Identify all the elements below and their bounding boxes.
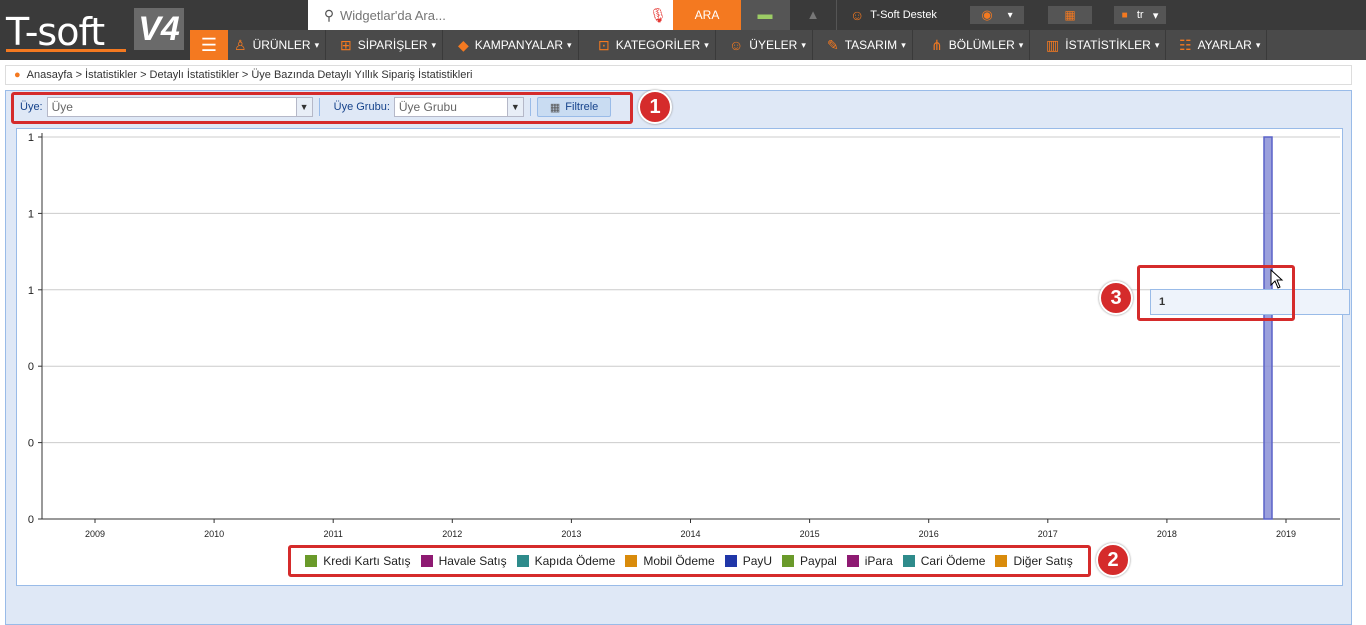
chart-icon: ▥ (1046, 36, 1060, 53)
x-tick-label: 2014 (680, 529, 700, 539)
chevron-down-icon: ▾ (567, 39, 572, 50)
grid-icon[interactable]: ▦ (1048, 6, 1092, 24)
nav-item-kategoriler[interactable]: ⊡ KATEGORİLER ▾ (592, 30, 716, 60)
microphone-icon[interactable]: 🎙 (643, 7, 673, 24)
y-tick-label: 0 (28, 361, 34, 373)
nav-item-label: SİPARİŞLER (357, 38, 428, 52)
x-tick-label: 2011 (324, 529, 343, 539)
chevron-down-icon: ▾ (801, 39, 806, 50)
location-pin-icon: ● (14, 69, 21, 81)
y-tick-label: 0 (28, 438, 34, 450)
warning-icon[interactable]: ▲ (789, 0, 837, 30)
chevron-down-icon: ▾ (1152, 9, 1159, 22)
nav-item-kampanyalar[interactable]: ◆ KAMPANYALAR ▾ (452, 30, 579, 60)
nav-item-label: KATEGORİLER (615, 38, 701, 52)
bar-chart: 0 0 0 1 1 1 2009 2010 2011 2012 2013 2014 2015 2016 20… (28, 132, 1340, 539)
logo-swoosh (6, 49, 126, 52)
y-tick-label: 1 (28, 132, 34, 144)
eye-icon: ◉ (981, 7, 993, 22)
breadcrumb-text[interactable]: Anasayfa > İstatistikler > Detaylı İstat… (27, 69, 473, 81)
nav-item-siparisler[interactable]: ⊞ SİPARİŞLER ▾ (334, 30, 444, 60)
chevron-down-icon: ▾ (1007, 9, 1013, 21)
language-label: tr (1136, 9, 1144, 21)
nav-item-label: KAMPANYALAR (474, 38, 564, 52)
chevron-down-icon: ▾ (314, 39, 320, 50)
y-tick-label: 0 (28, 514, 34, 526)
brush-icon: ✎ (827, 36, 839, 53)
chart-container: 0 0 0 1 1 1 2009 2010 2011 2012 2013 2014 2015 2016 20… (16, 128, 1343, 586)
chevron-down-icon: ▾ (1154, 39, 1160, 50)
x-tick-label: 2009 (85, 529, 105, 539)
x-tick-label: 2018 (1157, 529, 1177, 539)
chevron-down-icon: ▾ (901, 39, 906, 50)
chart-bar (1263, 136, 1273, 520)
tag-icon: ◆ (458, 36, 469, 53)
x-tick-label: 2017 (1038, 529, 1058, 539)
chevron-down-icon: ▾ (1018, 39, 1024, 50)
nav-item-label: TASARIM (844, 38, 898, 52)
search-box[interactable]: ⚲ 🎙 (308, 0, 673, 30)
logo-text: T-soft (6, 10, 105, 54)
nav-item-bolumler[interactable]: ⋔ BÖLÜMLER ▾ (925, 30, 1031, 60)
view-toggle[interactable]: ◉ ▾ (970, 6, 1024, 24)
x-tick-label: 2015 (800, 529, 820, 539)
nav-item-label: ÜRÜNLER (252, 38, 311, 52)
chat-icon[interactable]: ▬ (741, 0, 789, 30)
nav-item-label: AYARLAR (1197, 38, 1252, 52)
annotation-badge-3: 3 (1099, 281, 1133, 315)
logo[interactable]: T-soft V4 (0, 0, 190, 60)
search-button[interactable]: ARA (673, 0, 741, 30)
nav-item-uyeler[interactable]: ☺ ÜYELER ▾ (723, 30, 813, 60)
y-tick-label: 1 (28, 285, 34, 297)
nav-item-label: BÖLÜMLER (948, 38, 1015, 52)
chevron-down-icon: ▾ (431, 39, 437, 50)
nav-item-label: İSTATİSTİKLER (1065, 38, 1151, 52)
annotation-box-3 (1137, 265, 1295, 321)
nav-item-ayarlar[interactable]: ☷ AYARLAR ▾ (1173, 30, 1268, 60)
annotation-badge-2: 2 (1096, 543, 1130, 577)
users-icon: ☺ (729, 37, 744, 53)
sections-icon: ⋔ (931, 36, 943, 53)
language-select[interactable]: ■ tr ▾ (1114, 6, 1166, 24)
chevron-down-icon: ▾ (704, 39, 709, 50)
x-tick-label: 2012 (442, 529, 462, 539)
annotation-box-2 (288, 545, 1091, 577)
x-tick-label: 2010 (204, 529, 224, 539)
nav-item-label: ÜYELER (749, 38, 798, 52)
shirt-icon: ♙ (234, 36, 247, 53)
annotation-box-1 (11, 92, 633, 124)
settings-icon: ☷ (1179, 36, 1192, 53)
flag-icon: ■ (1121, 9, 1128, 21)
hamburger-menu-icon[interactable]: ☰ (190, 30, 228, 60)
chevron-down-icon: ▾ (1255, 39, 1261, 50)
search-icon: ⚲ (323, 6, 335, 23)
y-tick-label: 1 (28, 208, 34, 220)
user-name: T-Soft Destek (870, 9, 937, 21)
breadcrumb: ● Anasayfa > İstatistikler > Detaylı İst… (5, 65, 1352, 85)
cart-icon: ⊞ (340, 36, 352, 53)
user-menu[interactable]: ☺ T-Soft Destek (838, 0, 955, 30)
annotation-badge-1: 1 (638, 90, 672, 124)
x-tick-label: 2013 (561, 529, 581, 539)
nav-item-urunler[interactable]: ♙ ÜRÜNLER ▾ (228, 30, 327, 60)
x-tick-label: 2019 (1276, 529, 1296, 539)
logo-version: V4 (134, 8, 184, 50)
x-tick-label: 2016 (919, 529, 939, 539)
nav-item-istatistikler[interactable]: ▥ İSTATİSTİKLER ▾ (1040, 30, 1167, 60)
nav-item-tasarim[interactable]: ✎ TASARIM ▾ (821, 30, 913, 60)
sitemap-icon: ⊡ (598, 36, 610, 53)
search-input[interactable] (340, 7, 643, 23)
user-icon: ☺ (850, 7, 865, 23)
